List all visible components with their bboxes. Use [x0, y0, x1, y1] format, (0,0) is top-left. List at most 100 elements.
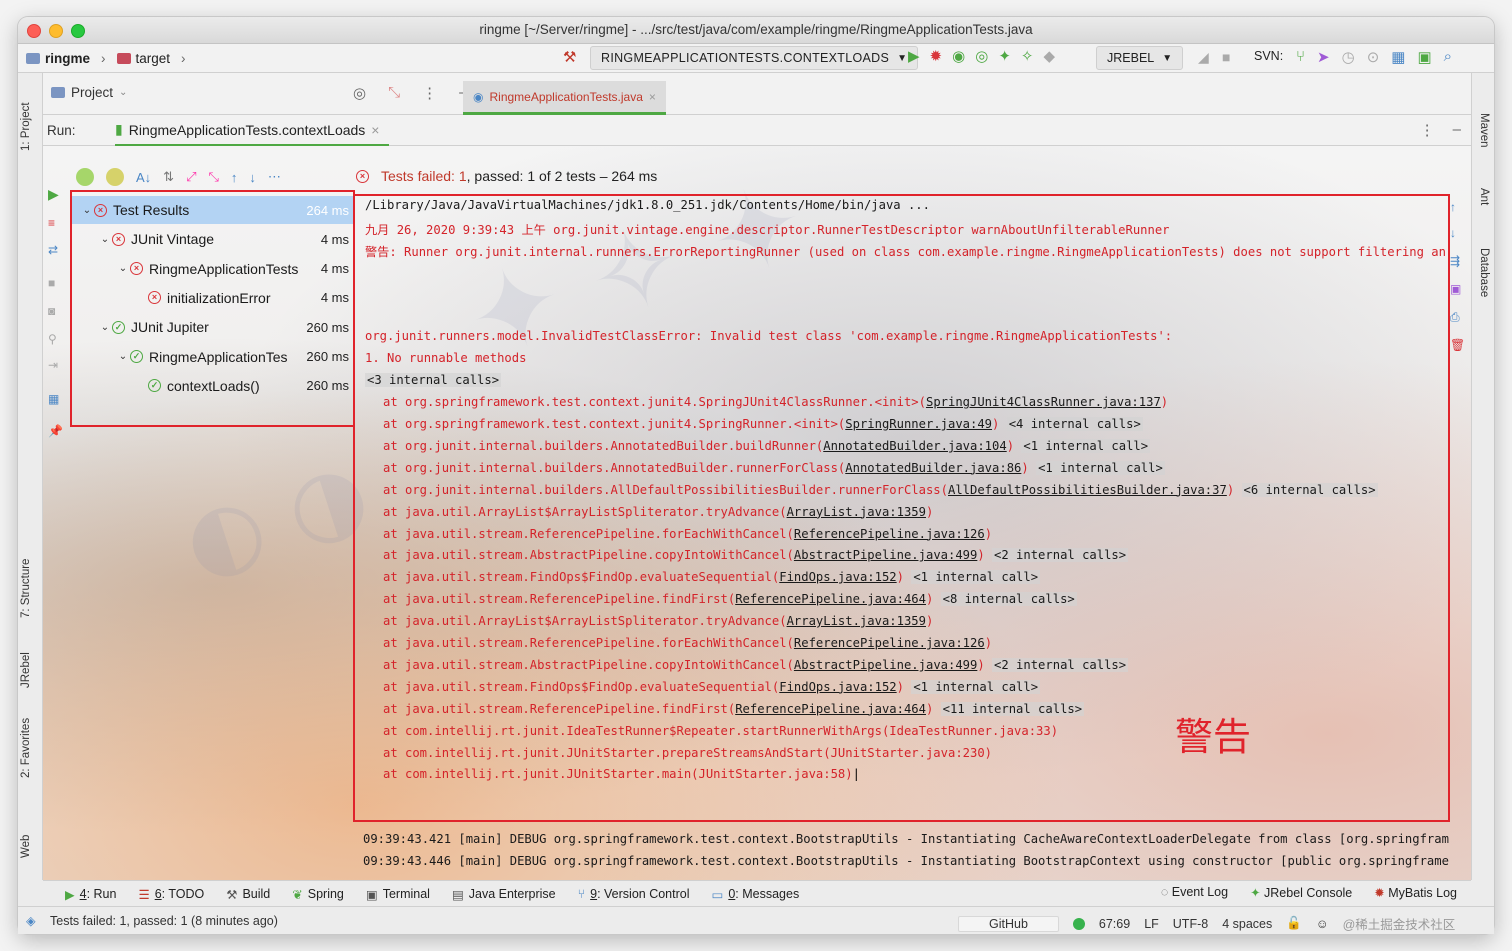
jrebel-select[interactable]: JREBEL ▼	[1096, 46, 1184, 70]
more-options-icon[interactable]: ⋮	[1420, 121, 1435, 139]
internal-calls-label[interactable]: <1 internal call>	[911, 679, 1041, 694]
show-passed-toggle[interactable]	[76, 168, 94, 186]
pin-disabled-icon[interactable]: ⚲	[48, 332, 57, 346]
internal-calls-label[interactable]: <11 internal calls>	[940, 701, 1085, 716]
test-tree-row[interactable]: ⌄ × Test Results 264 ms	[72, 196, 353, 224]
history-icon[interactable]: ◷	[1342, 48, 1355, 66]
sort-alphabetically-icon[interactable]: A↓	[136, 170, 151, 185]
expand-arrow-icon[interactable]: ⌄	[80, 205, 94, 216]
tool-tab-database[interactable]: Database	[1478, 248, 1490, 297]
scroll-to-end-icon[interactable]: ▣	[1450, 282, 1461, 296]
toggle-autotest-icon[interactable]: ⇄	[48, 243, 58, 257]
source-link[interactable]: FindOps.java:152	[779, 680, 896, 694]
indent-setting[interactable]: 4 spaces	[1222, 917, 1272, 931]
internal-calls-label[interactable]: <6 internal calls>	[1241, 482, 1378, 497]
profiler-icon[interactable]: ◎	[975, 48, 988, 66]
tool-tab-favorites[interactable]: 2: Favorites	[20, 718, 32, 778]
inspector-icon[interactable]: ☺	[1316, 917, 1329, 931]
build-disabled-icon[interactable]: ◢	[1198, 49, 1209, 66]
locate-icon[interactable]: ◎	[353, 84, 366, 102]
internal-calls-label[interactable]: <4 internal calls>	[1006, 417, 1143, 431]
file-encoding[interactable]: UTF-8	[1173, 917, 1208, 931]
jrebel-run-icon[interactable]: ✦	[998, 48, 1011, 66]
rerun-failed-icon[interactable]: ≡	[48, 216, 55, 230]
stop-icon[interactable]: ◆	[1043, 48, 1055, 66]
tool-tab-jrebel[interactable]: JRebel	[20, 652, 32, 688]
tool-tab-ant[interactable]: Ant	[1478, 188, 1490, 205]
source-link[interactable]: AnnotatedBuilder.java:86	[845, 461, 1021, 475]
tool-window-button[interactable]: ◌ Event Log	[1161, 885, 1228, 900]
caret-position[interactable]: 67:69	[1099, 917, 1130, 931]
lock-icon[interactable]: 🔓	[1286, 916, 1302, 931]
test-tree-row[interactable]: ✓ contextLoads() 260 ms	[72, 372, 353, 400]
status-message[interactable]: Tests failed: 1, passed: 1 (8 minutes ag…	[50, 914, 278, 928]
source-link[interactable]: ArrayList.java:1359	[787, 505, 926, 519]
terminal-icon[interactable]: ▣	[1417, 48, 1431, 66]
source-link[interactable]: ReferencePipeline.java:464	[735, 592, 926, 606]
scroll-down-icon[interactable]: ↓	[1450, 226, 1456, 240]
tool-window-button[interactable]: ▤ Java Enterprise	[452, 887, 556, 902]
test-tree-row[interactable]: ⌄ × RingmeApplicationTests 4 ms	[72, 255, 353, 283]
source-link[interactable]: AllDefaultPossibilitiesBuilder.java:37	[948, 483, 1227, 497]
jrebel-debug-icon[interactable]: ✧	[1021, 48, 1034, 66]
soft-wrap-icon[interactable]: ⇶	[1450, 254, 1460, 268]
clear-all-icon[interactable]: 🗑	[1450, 338, 1465, 352]
source-link[interactable]: ReferencePipeline.java:126	[794, 527, 985, 541]
tool-tab-structure[interactable]: 7: Structure	[20, 559, 32, 618]
hide-icon[interactable]: –	[1453, 121, 1461, 139]
tool-window-button[interactable]: ▶ 4: Run	[65, 887, 116, 902]
vcs-update-icon[interactable]: ⑂	[1296, 48, 1305, 66]
internal-calls-label[interactable]: <1 internal call>	[1021, 438, 1151, 453]
more-options-icon[interactable]: ⋮	[422, 84, 437, 102]
run-icon[interactable]: ▶	[908, 48, 920, 66]
tool-window-button[interactable]: ☰ 6: TODO	[138, 887, 204, 902]
expand-all-icon[interactable]: ⤢	[186, 169, 196, 185]
editor-tab-active[interactable]: ◉ RingmeApplicationTests.java ×	[463, 81, 666, 115]
layout-icon[interactable]: ▦	[48, 392, 59, 406]
expand-arrow-icon[interactable]: ⌄	[98, 322, 112, 333]
tool-window-button[interactable]: ▣ Terminal	[366, 887, 430, 902]
expand-arrow-icon[interactable]: ⌄	[98, 234, 112, 245]
project-pane-header[interactable]: Project ⌄	[51, 85, 127, 100]
tool-window-button[interactable]: ▭ 0: Messages	[712, 887, 800, 902]
source-link[interactable]: AbstractPipeline.java:499	[794, 658, 977, 672]
console-output-highlight[interactable]: 警告 /Library/Java/JavaVirtualMachines/jdk…	[353, 194, 1450, 822]
print-icon[interactable]: ⎙	[1450, 310, 1460, 325]
internal-calls-label[interactable]: <1 internal call>	[911, 570, 1041, 585]
test-tree-row[interactable]: × initializationError 4 ms	[72, 284, 353, 312]
line-separator[interactable]: LF	[1144, 917, 1159, 931]
expand-arrow-icon[interactable]: ⌄	[116, 263, 130, 274]
github-widget[interactable]: GitHub	[958, 915, 1059, 932]
test-tree-row[interactable]: ⌄ × JUnit Vintage 4 ms	[72, 225, 353, 253]
source-link[interactable]: ReferencePipeline.java:464	[735, 702, 926, 716]
internal-calls-label[interactable]: <3 internal calls>	[365, 373, 502, 388]
next-failed-icon[interactable]: ↓	[249, 170, 256, 185]
test-tree-row[interactable]: ⌄ ✓ RingmeApplicationTes 260 ms	[72, 343, 353, 371]
tool-tab-project[interactable]: 1: Project	[20, 102, 32, 151]
show-ignored-toggle[interactable]	[106, 168, 124, 186]
breadcrumb-folder[interactable]: target	[136, 51, 171, 66]
rollback-icon[interactable]: ⊙	[1367, 48, 1380, 66]
zoom-window-button[interactable]	[71, 24, 85, 38]
sort-duration-icon[interactable]: ⇅	[163, 169, 174, 185]
tool-tab-maven[interactable]: Maven	[1478, 113, 1490, 148]
tool-tab-web[interactable]: Web	[20, 835, 32, 858]
pin-icon[interactable]: 📌	[48, 424, 63, 438]
internal-calls-label[interactable]: <2 internal calls>	[992, 548, 1129, 563]
collapse-icon[interactable]: ⤡	[388, 84, 400, 102]
camera-icon[interactable]: ◙	[48, 304, 55, 318]
debug-icon[interactable]: ✹	[930, 48, 943, 66]
scroll-up-icon[interactable]: ↑	[1450, 200, 1456, 214]
source-link[interactable]: FindOps.java:152	[779, 570, 896, 584]
tool-window-button[interactable]: ✹ MyBatis Log	[1374, 885, 1457, 900]
tool-window-button[interactable]: ❦ Spring	[292, 887, 344, 902]
close-window-button[interactable]	[27, 24, 41, 38]
coverage-icon[interactable]: ◉	[952, 48, 965, 66]
search-icon[interactable]: ⌕	[1444, 48, 1452, 66]
breadcrumb-project[interactable]: ringme	[45, 51, 90, 66]
source-link[interactable]: ArrayList.java:1359	[787, 614, 926, 628]
source-link[interactable]: AnnotatedBuilder.java:104	[823, 439, 1006, 453]
minimize-window-button[interactable]	[49, 24, 63, 38]
source-link[interactable]: SpringJUnit4ClassRunner.java:137	[926, 395, 1161, 409]
test-tree-row[interactable]: ⌄ ✓ JUnit Jupiter 260 ms	[72, 313, 353, 341]
